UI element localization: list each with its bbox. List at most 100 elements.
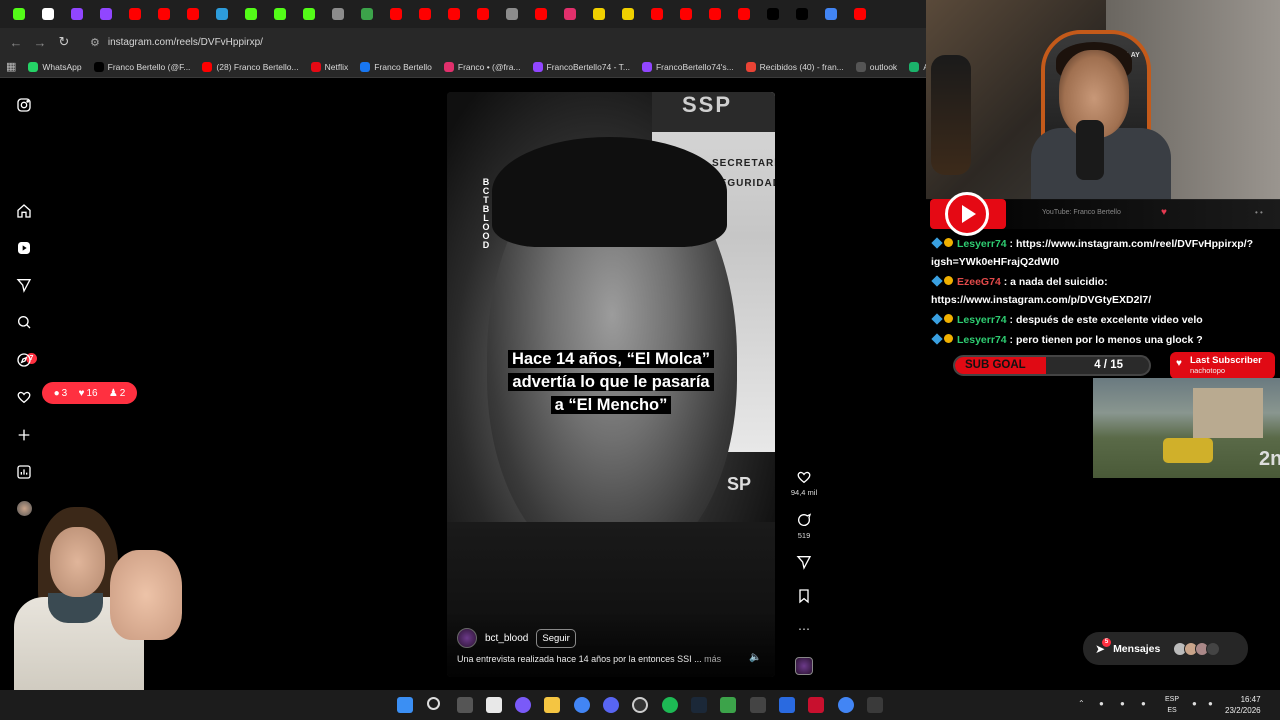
apps-grid-icon[interactable]: ▦ [6, 60, 16, 73]
chat-username[interactable]: Lesyerr74 [957, 238, 1007, 250]
browser-tab[interactable] [673, 3, 699, 25]
browser-tab[interactable] [586, 3, 612, 25]
browser-tab[interactable] [64, 3, 90, 25]
chrome-icon[interactable] [574, 697, 590, 713]
bookmark-item[interactable]: outlook [855, 61, 897, 72]
create-icon[interactable] [14, 425, 34, 445]
browser-tab[interactable] [789, 3, 815, 25]
browser-tab[interactable] [470, 3, 496, 25]
monitor-icon[interactable] [779, 697, 795, 713]
bookmark-item[interactable]: Franco Bertello (@F... [93, 61, 190, 72]
browser-tab[interactable] [441, 3, 467, 25]
reel-video[interactable]: SSP SECRETARÍA SEGURIDAD BCTBLOOD SP Hac… [447, 92, 775, 677]
bookmark-item[interactable]: FrancoBertello74 - T... [532, 61, 630, 72]
app4-icon[interactable] [808, 697, 824, 713]
browser-tab[interactable] [615, 3, 641, 25]
browser-tab[interactable] [238, 3, 264, 25]
task-view-icon[interactable] [457, 697, 473, 713]
browser-tab[interactable] [383, 3, 409, 25]
browser-tab[interactable] [557, 3, 583, 25]
follow-button[interactable]: Seguir [536, 628, 576, 648]
bookmark-item[interactable]: Franco • (@fra... [443, 61, 521, 72]
bookmark-item[interactable]: WhatsApp [28, 61, 82, 72]
save-button[interactable] [789, 588, 819, 607]
browser-tab[interactable] [818, 3, 844, 25]
browser-tab[interactable] [528, 3, 554, 25]
app2-icon[interactable] [720, 697, 736, 713]
browser-tab[interactable] [35, 3, 61, 25]
messages-button[interactable]: ➤ 5 Mensajes [1083, 632, 1248, 665]
messages-icon[interactable] [14, 275, 34, 295]
back-button[interactable]: ← [4, 30, 28, 54]
tray-app-icon[interactable]: ● [1099, 699, 1104, 708]
search-icon[interactable] [14, 312, 34, 332]
more-link[interactable]: más [704, 654, 721, 664]
language-indicator[interactable]: ESP ES [1165, 694, 1179, 716]
volume-icon[interactable]: ● [1208, 699, 1213, 708]
browser-tab[interactable] [151, 3, 177, 25]
stream-chat: Lesyerr74 : https://www.instagram.com/re… [931, 235, 1276, 351]
calculator-icon[interactable] [867, 697, 883, 713]
tray-chevron-icon[interactable]: ⌃ [1078, 699, 1085, 708]
heart-icon[interactable] [14, 387, 34, 407]
tray-network-icon[interactable]: ● [1120, 699, 1125, 708]
browser-tab[interactable] [296, 3, 322, 25]
browser-tab[interactable] [499, 3, 525, 25]
clock[interactable]: 16:47 23/2/2026 [1225, 694, 1261, 716]
chat-username[interactable]: EzeeG74 [957, 276, 1001, 288]
wifi-icon[interactable]: ● [1192, 699, 1197, 708]
steam-icon[interactable] [691, 697, 707, 713]
chrome2-icon[interactable] [838, 697, 854, 713]
comment-button[interactable]: 519 [789, 512, 819, 540]
instagram-logo-icon[interactable] [14, 95, 34, 115]
dashboard-icon[interactable] [14, 462, 34, 482]
bookmark-item[interactable]: FrancoBertello74's... [641, 61, 734, 72]
browser-tab[interactable] [644, 3, 670, 25]
obs-icon[interactable] [632, 697, 648, 713]
browser-tab[interactable] [325, 3, 351, 25]
browser-tab[interactable] [731, 3, 757, 25]
browser-tab[interactable] [209, 3, 235, 25]
site-info-icon[interactable]: ⚙ [90, 36, 100, 49]
bookmark-item[interactable]: Recibidos (40) - fran... [745, 61, 844, 72]
like-button[interactable]: 94,4 mil [789, 469, 819, 497]
forward-button[interactable]: → [28, 30, 52, 54]
explore-icon[interactable] [14, 350, 34, 370]
share-button[interactable] [789, 554, 819, 573]
browser-tab[interactable] [180, 3, 206, 25]
browser-tab[interactable] [847, 3, 873, 25]
file-explorer-icon[interactable] [544, 697, 560, 713]
browser-tab[interactable] [122, 3, 148, 25]
store-icon[interactable] [486, 697, 502, 713]
browser-tab[interactable] [702, 3, 728, 25]
reels-icon[interactable] [14, 238, 34, 258]
windows-start-icon[interactable] [397, 697, 413, 713]
bookmark-item[interactable]: (28) Franco Bertello... [202, 61, 299, 72]
tray-mic-icon[interactable]: ● [1141, 699, 1146, 708]
author-avatar[interactable] [457, 628, 477, 648]
browser-tab[interactable] [412, 3, 438, 25]
bookmark-item[interactable]: Netflix [310, 61, 348, 72]
browser-tab[interactable] [267, 3, 293, 25]
audio-thumbnail[interactable] [795, 657, 813, 675]
browser-tab[interactable] [6, 3, 32, 25]
address-bar[interactable]: ⚙ instagram.com/reels/DVFvHppirxp/ [84, 31, 926, 53]
discord-icon[interactable] [603, 697, 619, 713]
bookmark-item[interactable]: Franco Bertello [360, 61, 432, 72]
browser-tab[interactable] [760, 3, 786, 25]
app3-icon[interactable] [750, 697, 766, 713]
mute-icon[interactable]: 🔈 [749, 652, 761, 663]
author-username[interactable]: bct_blood [485, 633, 528, 644]
browser-tab[interactable] [354, 3, 380, 25]
reload-button[interactable]: ↻ [52, 30, 76, 54]
chat-username[interactable]: Lesyerr74 [957, 314, 1007, 326]
more-options-icon[interactable]: ⋯ [789, 622, 819, 636]
browser-tab[interactable] [93, 3, 119, 25]
home-icon[interactable] [14, 201, 34, 221]
bookmark-item[interactable]: Aler [909, 61, 926, 72]
spotify-icon[interactable] [662, 697, 678, 713]
chat-username[interactable]: Lesyerr74 [957, 334, 1007, 346]
tab-favicon-icon [390, 8, 402, 20]
search-taskbar-icon[interactable] [427, 697, 440, 710]
app-icon[interactable] [515, 697, 531, 713]
